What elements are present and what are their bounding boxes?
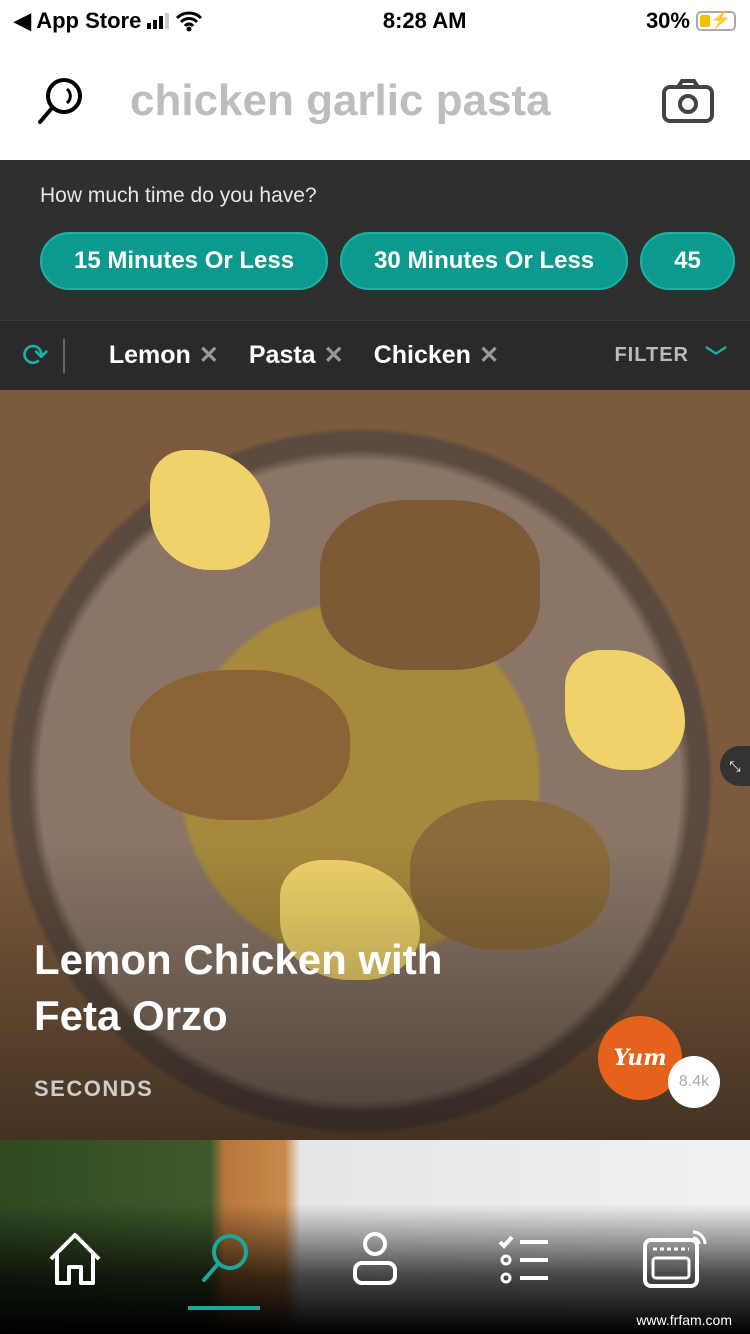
battery-icon: ⚡ [695, 10, 736, 31]
expand-handle-icon[interactable]: ⤡ [720, 746, 750, 786]
camera-icon[interactable] [662, 79, 714, 123]
profile-icon [353, 1232, 397, 1285]
close-icon[interactable]: ✕ [324, 341, 344, 370]
close-icon[interactable]: ✕ [199, 341, 219, 370]
food-image [150, 450, 270, 570]
yum-count: 8.4k [668, 1056, 720, 1108]
search-bar: chicken garlic pasta [0, 42, 750, 160]
time-prompt: How much time do you have? [40, 184, 317, 207]
filter-chip-chicken[interactable]: Chicken ✕ [374, 341, 499, 370]
time-option-30[interactable]: 30 Minutes Or Less [340, 232, 629, 290]
search-icon [202, 1234, 248, 1282]
tab-shopping-list[interactable] [490, 1224, 560, 1294]
refresh-icon[interactable]: ⟳ [22, 338, 65, 373]
search-input[interactable]: chicken garlic pasta [130, 76, 618, 126]
close-icon[interactable]: ✕ [479, 341, 499, 370]
filter-chip-pasta[interactable]: Pasta ✕ [249, 341, 344, 370]
chevron-down-icon: ﹀ [704, 344, 728, 370]
food-image [130, 670, 350, 820]
tab-search[interactable] [188, 1224, 260, 1310]
wifi-icon [176, 11, 203, 32]
filter-label: FILTER [614, 344, 689, 366]
recipe-title[interactable]: Lemon Chicken with Feta Orzo [34, 932, 534, 1044]
chip-label: Lemon [108, 341, 191, 369]
filter-button[interactable]: FILTER ﹀ [614, 340, 728, 372]
chip-label: Pasta [248, 341, 316, 369]
recipe-source[interactable]: SECONDS [34, 1076, 153, 1102]
back-to-app-store[interactable]: ◀ App Store [14, 8, 141, 34]
active-filters: ⟳ Lemon ✕ Pasta ✕ Chicken ✕ FILTER ﹀ [0, 320, 750, 390]
watermark: www.frfam.com [636, 1312, 732, 1328]
food-image [320, 500, 540, 670]
time-option-45[interactable]: 45 [640, 232, 735, 290]
search-icon[interactable] [36, 76, 86, 126]
tab-home[interactable] [40, 1224, 110, 1294]
chip-label: Chicken [373, 341, 471, 369]
signal-icon [147, 13, 170, 29]
home-icon [49, 1233, 101, 1285]
status-bar: ◀ App Store 8:28 AM 30% ⚡ [0, 0, 750, 42]
checklist-icon [498, 1235, 548, 1284]
filter-chip-lemon[interactable]: Lemon ✕ [109, 341, 219, 370]
food-image [565, 650, 685, 770]
tab-smart-oven[interactable] [640, 1224, 710, 1294]
battery-percent: 30% [645, 8, 690, 33]
clock: 8:28 AM [382, 8, 467, 33]
time-option-15[interactable]: 15 Minutes Or Less [40, 232, 329, 290]
time-filter: How much time do you have? 15 Minutes Or… [0, 160, 750, 320]
oven-icon [643, 1230, 707, 1288]
tab-profile[interactable] [340, 1224, 410, 1294]
recipe-card[interactable]: Lemon Chicken with Feta Orzo SECONDS Yum… [0, 390, 750, 1142]
